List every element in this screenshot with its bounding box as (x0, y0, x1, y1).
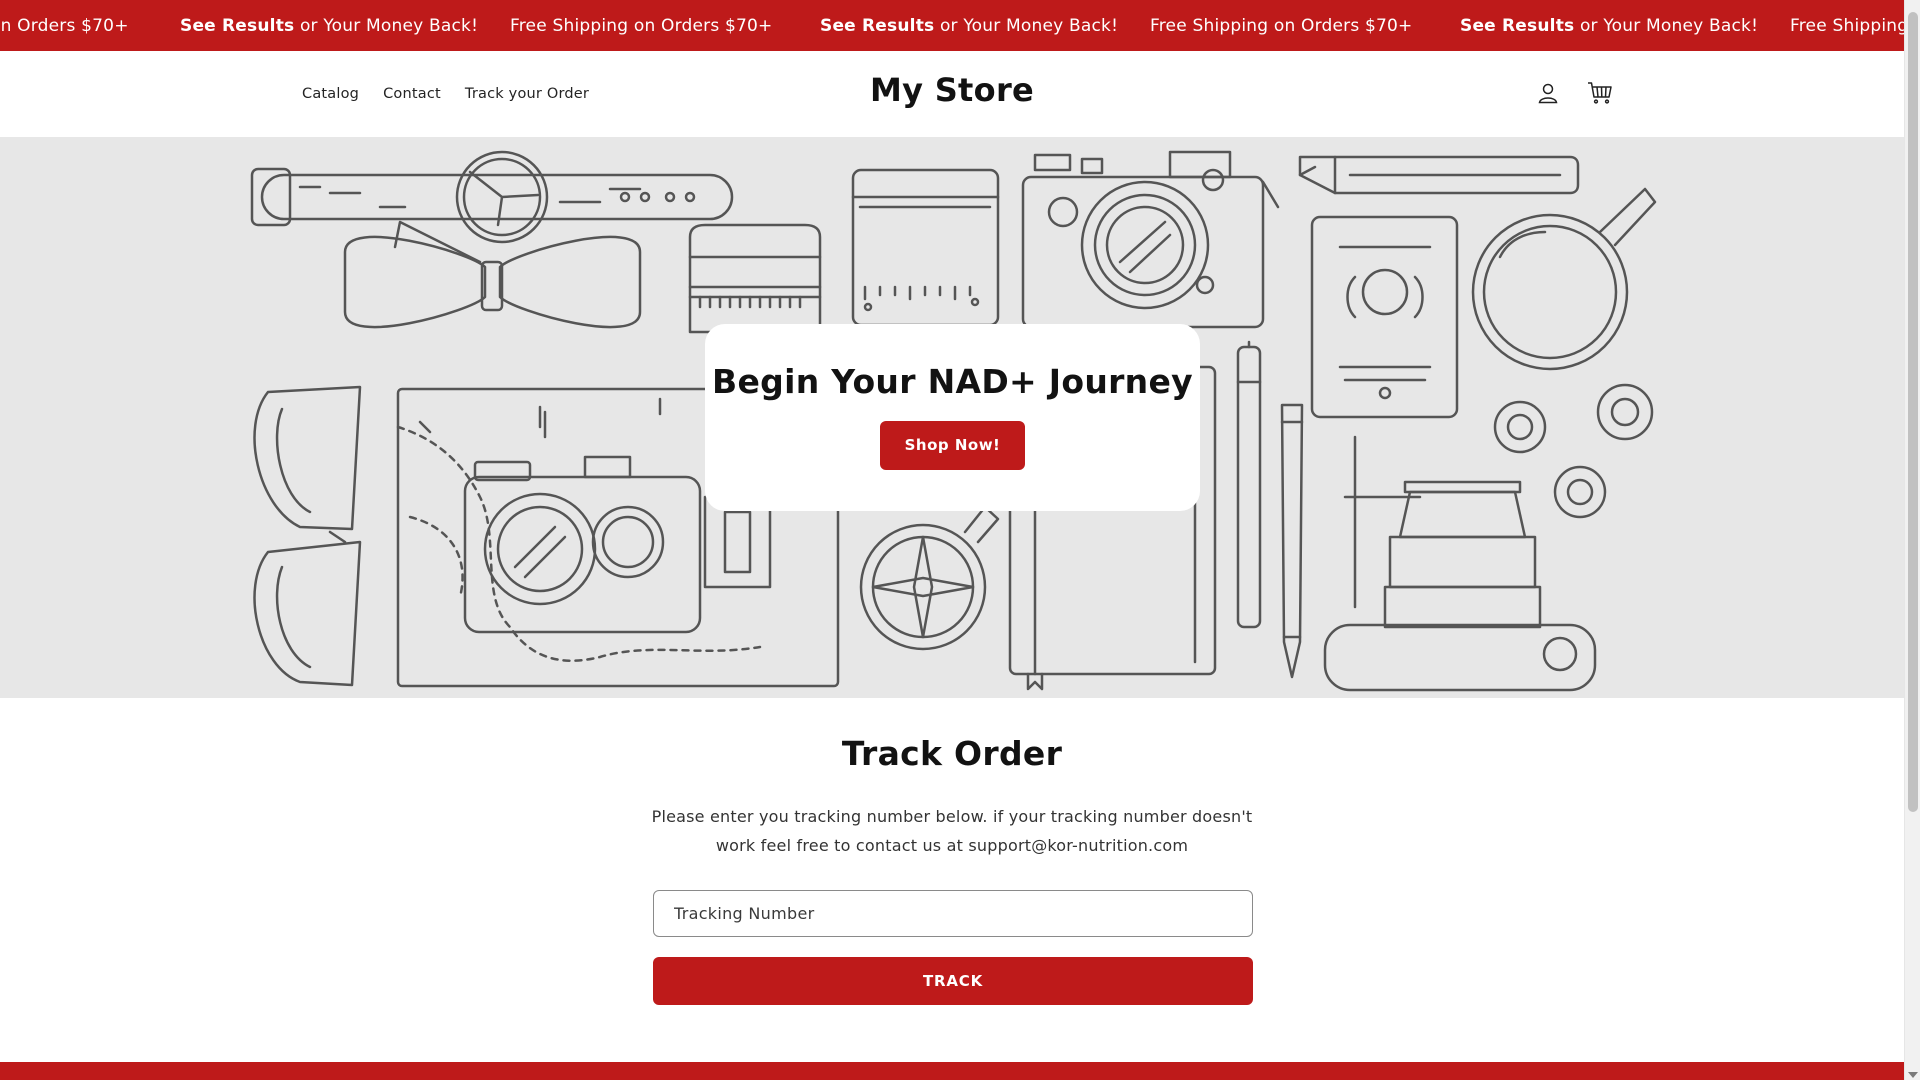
footer-bar (0, 1062, 1904, 1080)
hero-title: Begin Your NAD+ Journey (712, 362, 1193, 401)
announcement-track: on Orders $70+ See Results or Your Money… (0, 0, 1904, 51)
track-order-description: Please enter you tracking number below. … (651, 807, 1253, 855)
announcement-item: Free Shipping (1790, 15, 1904, 36)
announcement-item: See Results or Your Money Back! (820, 15, 1119, 36)
announcement-item: on Orders $70+ (0, 15, 129, 36)
store-logo[interactable]: My Store (870, 71, 1034, 109)
hero-card: Begin Your NAD+ Journey Shop Now! (705, 324, 1200, 511)
pens-illustration (1236, 340, 1304, 679)
tape-illustration (1493, 383, 1654, 519)
track-order-title: Track Order (841, 734, 1063, 773)
cart-icon[interactable] (1586, 79, 1614, 107)
site-header: Catalog Contact Track your Order My Stor… (0, 51, 1904, 137)
lens-camera-illustration (1323, 435, 1597, 692)
header-icons (1534, 79, 1614, 107)
announcement-item: Free Shipping on Orders $70+ (1150, 15, 1413, 36)
tracking-number-input[interactable] (653, 890, 1253, 937)
scroll-down-arrow-icon[interactable] (1908, 1072, 1918, 1078)
announcement-item: See Results or Your Money Back! (1460, 15, 1759, 36)
announcement-item: See Results or Your Money Back! (180, 15, 479, 36)
pencil-illustration (1298, 155, 1580, 195)
shop-now-button[interactable]: Shop Now! (880, 421, 1025, 470)
sunglasses-illustration (253, 385, 362, 687)
track-button[interactable]: TRACK (653, 957, 1253, 1005)
page-scrollbar[interactable] (1904, 0, 1920, 1080)
watch-illustration (250, 150, 734, 244)
lens-illustration (688, 223, 822, 334)
store-logo-container: My Store (0, 71, 1904, 109)
scrollbar-thumb[interactable] (1908, 12, 1918, 812)
magnifier-illustration (1471, 187, 1657, 371)
camera-illustration (1021, 150, 1280, 329)
bowtie-illustration (343, 220, 642, 329)
account-icon[interactable] (1534, 79, 1562, 107)
track-order-section: Track Order Please enter you tracking nu… (0, 698, 1904, 1062)
announcement-bar: on Orders $70+ See Results or Your Money… (0, 0, 1904, 51)
hero-banner: Begin Your NAD+ Journey Shop Now! (0, 137, 1904, 698)
compass-illustration (859, 505, 1000, 651)
box-illustration (851, 168, 1000, 327)
passport-illustration (1310, 215, 1459, 419)
announcement-item: Free Shipping on Orders $70+ (510, 15, 773, 36)
